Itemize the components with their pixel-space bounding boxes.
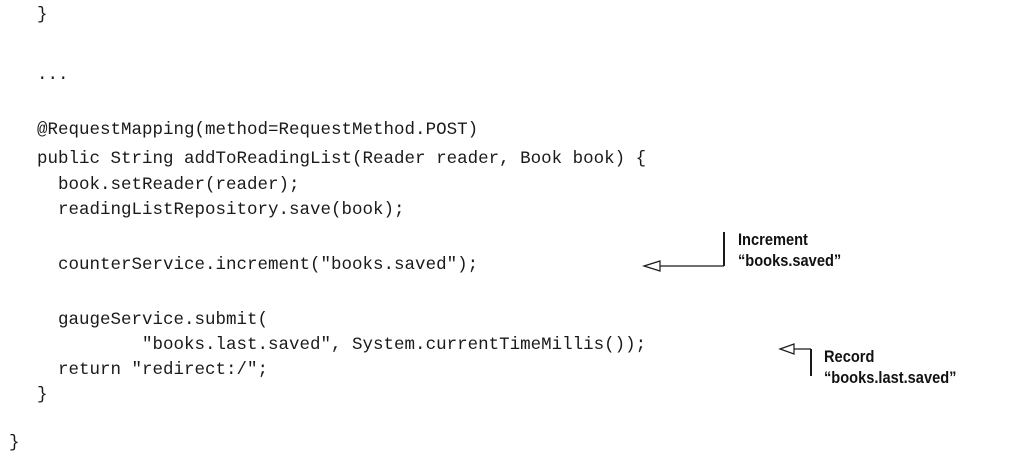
callout-increment-arrow [641, 232, 725, 272]
annotation-increment-metric: “books.saved” [738, 251, 842, 270]
annotation-increment-title: Increment [738, 230, 808, 249]
callout-record-arrow [778, 343, 812, 376]
annotation-record-title: Record [824, 347, 875, 366]
annotation-record-metric: “books.last.saved” [824, 368, 957, 387]
